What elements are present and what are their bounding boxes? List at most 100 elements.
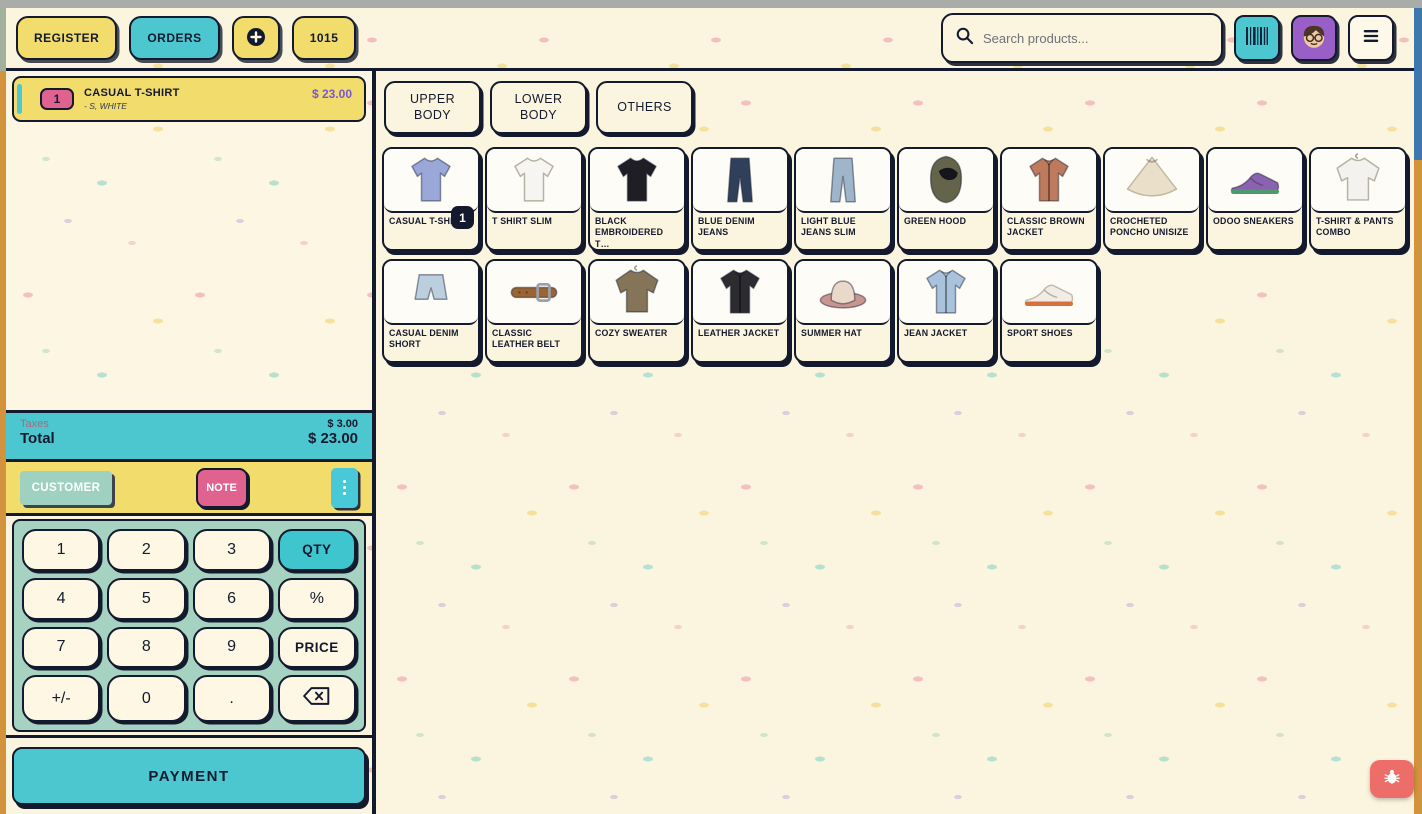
product-card-sport-shoes[interactable]: SPORT SHOES xyxy=(1000,259,1098,363)
product-image xyxy=(1002,261,1096,325)
product-name: JEAN JACKET xyxy=(899,325,993,339)
product-name: BLACK EMBROIDERED T… xyxy=(590,213,684,250)
numpad-key-6[interactable]: 6 xyxy=(193,578,271,620)
scrollbar-track[interactable] xyxy=(1414,160,1422,814)
product-card-t-shirt-slim[interactable]: T SHIRT SLIM xyxy=(485,147,583,251)
product-image xyxy=(384,261,478,325)
product-image xyxy=(796,149,890,213)
menu-button[interactable] xyxy=(1348,15,1394,61)
category-tabs: UPPER BODYLOWER BODYOTHERS xyxy=(384,81,1414,134)
line-variant: - S, WHITE xyxy=(84,101,180,111)
product-image xyxy=(899,149,993,213)
numpad-key-3[interactable]: 3 xyxy=(193,529,271,571)
order-panel: 1CASUAL T-SHIRT- S, WHITE$ 23.00 Taxes $… xyxy=(6,71,376,814)
product-card-classic-brown-jacket[interactable]: CLASSIC BROWN JACKET xyxy=(1000,147,1098,251)
numpad-key-0[interactable]: 0 xyxy=(107,675,185,722)
pos-app: REGISTER ORDERS 1015 xyxy=(0,0,1422,814)
more-actions-button[interactable] xyxy=(331,468,358,508)
numpad-key-5[interactable]: 5 xyxy=(107,578,185,620)
product-grid: CASUAL T-SHIRT1 T SHIRT SLIM BLACK EMBROID… xyxy=(382,147,1414,363)
order-actions-row: CUSTOMER NOTE xyxy=(6,462,372,516)
product-name: ODOO SNEAKERS xyxy=(1208,213,1302,227)
product-image xyxy=(384,149,478,213)
product-card-summer-hat[interactable]: SUMMER HAT xyxy=(794,259,892,363)
numpad-key-1[interactable]: 1 xyxy=(22,529,100,571)
numpad-key-8[interactable]: 8 xyxy=(107,627,185,669)
product-card-light-blue-jeans-slim[interactable]: LIGHT BLUE JEANS SLIM xyxy=(794,147,892,251)
category-upper-body[interactable]: UPPER BODY xyxy=(384,81,481,134)
numpad-key-qty[interactable]: QTY xyxy=(278,529,356,571)
session-number-button[interactable]: 1015 xyxy=(292,16,357,60)
numpad: 123QTY 456% 789PRICE +/-0. xyxy=(12,519,366,732)
taxes-label: Taxes xyxy=(20,418,49,430)
bug-icon xyxy=(1382,767,1402,792)
product-name: COZY SWEATER xyxy=(590,325,684,339)
product-card-black-embroidered-t-[interactable]: BLACK EMBROIDERED T… xyxy=(588,147,686,251)
kebab-menu-icon xyxy=(343,480,346,483)
numpad-key-2[interactable]: 2 xyxy=(107,529,185,571)
product-image xyxy=(796,261,890,325)
debug-button[interactable] xyxy=(1370,760,1414,798)
orders-button[interactable]: ORDERS xyxy=(129,16,219,60)
payment-button[interactable]: PAYMENT xyxy=(12,747,366,805)
numpad-key-4[interactable]: 4 xyxy=(22,578,100,620)
payment-section: PAYMENT xyxy=(6,738,372,814)
product-name: BLUE DENIM JEANS xyxy=(693,213,787,239)
product-image xyxy=(899,261,993,325)
selected-line-indicator xyxy=(17,84,22,114)
numpad-key--[interactable]: . xyxy=(193,675,271,722)
numpad-key-9[interactable]: 9 xyxy=(193,627,271,669)
product-name: T-SHIRT & PANTS COMBO xyxy=(1311,213,1405,239)
product-image xyxy=(487,149,581,213)
numpad-key--[interactable]: % xyxy=(278,578,356,620)
order-line[interactable]: 1CASUAL T-SHIRT- S, WHITE$ 23.00 xyxy=(12,76,366,122)
taxes-value: $ 3.00 xyxy=(327,418,358,430)
search-input[interactable] xyxy=(983,31,1203,46)
search-box[interactable] xyxy=(941,13,1223,63)
product-card-odoo-sneakers[interactable]: ODOO SNEAKERS xyxy=(1206,147,1304,251)
product-card-cozy-sweater[interactable]: COZY SWEATER xyxy=(588,259,686,363)
product-card-classic-leather-belt[interactable]: CLASSIC LEATHER BELT xyxy=(485,259,583,363)
barcode-icon xyxy=(1245,25,1269,52)
product-card-casual-t-shirt[interactable]: CASUAL T-SHIRT1 xyxy=(382,147,480,251)
numpad-key-7[interactable]: 7 xyxy=(22,627,100,669)
product-image xyxy=(1105,149,1199,213)
product-name: SPORT SHOES xyxy=(1002,325,1096,339)
customer-button[interactable]: CUSTOMER xyxy=(20,471,112,505)
product-image xyxy=(590,261,684,325)
order-lines-list: 1CASUAL T-SHIRT- S, WHITE$ 23.00 xyxy=(6,71,372,410)
category-lower-body[interactable]: LOWER BODY xyxy=(490,81,587,134)
barcode-button[interactable] xyxy=(1234,15,1280,61)
product-card-t-shirt-pants-combo[interactable]: T-SHIRT & PANTS COMBO xyxy=(1309,147,1407,251)
product-card-green-hood[interactable]: GREEN HOOD xyxy=(897,147,995,251)
product-card-leather-jacket[interactable]: LEATHER JACKET xyxy=(691,259,789,363)
product-name: CLASSIC BROWN JACKET xyxy=(1002,213,1096,239)
product-name: LIGHT BLUE JEANS SLIM xyxy=(796,213,890,239)
numpad-key-price[interactable]: PRICE xyxy=(278,627,356,669)
product-card-jean-jacket[interactable]: JEAN JACKET xyxy=(897,259,995,363)
user-avatar-button[interactable] xyxy=(1291,15,1337,61)
new-order-button[interactable] xyxy=(232,16,280,60)
product-card-casual-denim-short[interactable]: CASUAL DENIM SHORT xyxy=(382,259,480,363)
total-label: Total xyxy=(20,430,55,447)
hamburger-icon xyxy=(1362,29,1380,48)
product-card-blue-denim-jeans[interactable]: BLUE DENIM JEANS xyxy=(691,147,789,251)
navbar-right-group xyxy=(941,13,1394,63)
numpad-key-backspace[interactable] xyxy=(278,675,356,722)
numpad-section: 123QTY 456% 789PRICE +/-0. xyxy=(6,516,372,738)
line-product-name: CASUAL T-SHIRT xyxy=(84,87,180,99)
product-card-crocheted-poncho-unisize[interactable]: CROCHETED PONCHO UNISIZE xyxy=(1103,147,1201,251)
note-button[interactable]: NOTE xyxy=(196,468,248,508)
product-name: CASUAL DENIM SHORT xyxy=(384,325,478,351)
register-button[interactable]: REGISTER xyxy=(16,16,117,60)
product-image xyxy=(487,261,581,325)
order-summary: Taxes $ 3.00 Total $ 23.00 xyxy=(6,410,372,462)
backspace-icon xyxy=(303,687,330,710)
product-name: GREEN HOOD xyxy=(899,213,993,227)
cart-count-badge: 1 xyxy=(451,206,474,229)
line-qty-badge: 1 xyxy=(40,88,74,110)
product-name: T SHIRT SLIM xyxy=(487,213,581,227)
category-others[interactable]: OTHERS xyxy=(596,81,693,134)
numpad-key--[interactable]: +/- xyxy=(22,675,100,722)
scrollbar-thumb[interactable] xyxy=(1414,8,1422,160)
